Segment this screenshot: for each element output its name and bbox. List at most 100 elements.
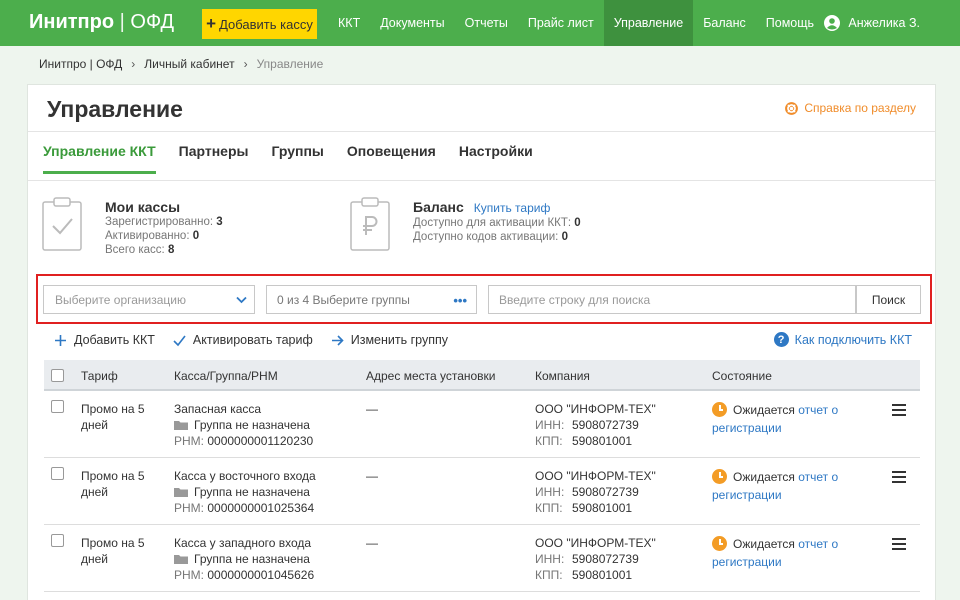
chevron-right-icon: ›: [131, 57, 136, 71]
registration-report-link-cont[interactable]: регистрации: [712, 553, 838, 571]
activate-tariff-label: Активировать тариф: [192, 333, 313, 347]
brand-suffix: ОФД: [130, 11, 175, 33]
brand-logo[interactable]: Инитпро | ОФД: [29, 10, 174, 34]
row-checkbox[interactable]: [51, 400, 64, 413]
total-value: 8: [167, 244, 175, 256]
change-group-label: Изменить группу: [350, 333, 449, 347]
nav-item-management[interactable]: Управление: [603, 0, 694, 46]
nav-item-reports[interactable]: Отчеты: [455, 0, 518, 46]
buy-tariff-link[interactable]: Купить тариф: [474, 201, 551, 215]
kpp-label: КПП:: [535, 434, 563, 448]
tab-notifications[interactable]: Оповещения: [347, 143, 436, 174]
column-header-kassa[interactable]: Касса/Группа/РНМ: [174, 369, 278, 383]
row-checkbox[interactable]: [51, 467, 64, 480]
row-menu-icon[interactable]: [892, 404, 906, 416]
registration-report-link[interactable]: отчет о: [798, 537, 838, 551]
state-text: Ожидается: [733, 470, 795, 484]
activate-tariff-button[interactable]: Активировать тариф: [173, 333, 313, 347]
column-header-address[interactable]: Адрес места установки: [366, 369, 496, 383]
tab-settings[interactable]: Настройки: [459, 143, 533, 174]
inn-label: ИНН:: [535, 485, 565, 499]
section-help-label: Справка по разделу: [804, 101, 916, 115]
balance-title: Баланс: [413, 199, 464, 215]
inn-label: ИНН:: [535, 552, 565, 566]
kpp-value: 590801001: [572, 434, 633, 448]
rnm-label: РНМ:: [174, 434, 204, 448]
main-nav: ККТ Документы Отчеты Прайс лист Управлен…: [328, 0, 824, 46]
kassa-name[interactable]: Касса у восточного входа: [174, 468, 316, 484]
kassa-name[interactable]: Касса у западного входа: [174, 535, 314, 551]
add-kkt-button[interactable]: Добавить ККТ: [54, 333, 155, 347]
plus-icon: [55, 334, 66, 346]
nav-item-kkt[interactable]: ККТ: [328, 0, 370, 46]
clipboard-check-icon: [42, 197, 82, 251]
nav-item-documents[interactable]: Документы: [370, 0, 454, 46]
tab-kkt-management[interactable]: Управление ККТ: [43, 143, 156, 174]
inn-value: 5908072739: [572, 418, 639, 432]
activated-label: Активированно:: [105, 230, 190, 242]
row-menu-icon[interactable]: [892, 538, 906, 550]
available-kkt-label: Доступно для активации ККТ:: [413, 217, 572, 229]
kassa-name[interactable]: Запасная касса: [174, 401, 313, 417]
rnm-value: 0000000001045626: [207, 568, 315, 582]
state-text: Ожидается: [733, 537, 795, 551]
more-dots-icon[interactable]: •••: [453, 293, 467, 308]
kpp-value: 590801001: [572, 501, 633, 515]
user-avatar-icon: [824, 15, 841, 31]
how-to-connect-label: Как подключить ККТ: [794, 332, 912, 347]
arrow-right-icon: [331, 334, 344, 346]
breadcrumb-item-home[interactable]: Инитпро | ОФД: [39, 57, 122, 71]
organization-select[interactable]: Выберите организацию: [43, 285, 255, 314]
breadcrumb: Инитпро | ОФД › Личный кабинет › Управле…: [39, 57, 323, 71]
activated-value: 0: [192, 230, 200, 242]
breadcrumb-item-cabinet[interactable]: Личный кабинет: [144, 57, 234, 71]
select-all-checkbox[interactable]: [51, 369, 64, 382]
nav-item-balance[interactable]: Баланс: [693, 0, 756, 46]
checkmark-icon: [173, 335, 186, 346]
available-codes-value: 0: [561, 231, 568, 243]
chevron-down-icon: [236, 296, 247, 304]
column-header-state[interactable]: Состояние: [712, 369, 772, 383]
address-value: —: [366, 536, 378, 550]
row-checkbox[interactable]: [51, 534, 64, 547]
table-actions: Добавить ККТ Активировать тариф Изменить…: [54, 333, 448, 347]
nav-item-price-list[interactable]: Прайс лист: [518, 0, 604, 46]
search-button[interactable]: Поиск: [856, 285, 921, 314]
column-header-company[interactable]: Компания: [535, 369, 590, 383]
table-row: Промо на 5 дней Касса у восточного входа …: [44, 458, 920, 525]
row-menu-icon[interactable]: [892, 471, 906, 483]
tab-groups[interactable]: Группы: [271, 143, 323, 174]
table-header: Тариф Касса/Группа/РНМ Адрес места устан…: [44, 360, 920, 391]
table-row: Промо на 5 дней Касса у западного входа Г…: [44, 525, 920, 592]
kpp-label: КПП:: [535, 501, 563, 515]
registration-report-link[interactable]: отчет о: [798, 403, 838, 417]
registration-report-link-cont[interactable]: регистрации: [712, 419, 838, 437]
user-menu[interactable]: Анжелика З.: [824, 0, 920, 46]
clock-icon: [712, 469, 727, 484]
registration-report-link-cont[interactable]: регистрации: [712, 486, 838, 504]
address-value: —: [366, 469, 378, 483]
registration-report-link[interactable]: отчет о: [798, 470, 838, 484]
column-header-tariff[interactable]: Тариф: [81, 369, 118, 383]
rnm-value: 0000000001025364: [207, 501, 315, 515]
add-kassa-button[interactable]: + Добавить кассу: [202, 9, 317, 39]
nav-item-help[interactable]: Помощь: [756, 0, 824, 46]
group-select[interactable]: 0 из 4 Выберите группы •••: [266, 285, 477, 314]
company-name: ООО "ИНФОРМ-ТЕХ": [535, 402, 656, 416]
filter-panel: Выберите организацию 0 из 4 Выберите гру…: [36, 274, 932, 324]
available-codes-label: Доступно кодов активации:: [413, 231, 559, 243]
change-group-button[interactable]: Изменить группу: [331, 333, 448, 347]
lifebuoy-icon: [785, 101, 799, 115]
divider: [28, 180, 935, 181]
rnm-label: РНМ:: [174, 501, 204, 515]
section-help-link[interactable]: Справка по разделу: [785, 101, 916, 115]
add-kassa-label: Добавить кассу: [219, 16, 313, 32]
rnm-label: РНМ:: [174, 568, 204, 582]
tab-partners[interactable]: Партнеры: [179, 143, 249, 174]
registered-value: 3: [216, 216, 223, 228]
tariff-name: Промо на 5: [81, 536, 145, 550]
search-input[interactable]: [488, 285, 856, 314]
how-to-connect-link[interactable]: ? Как подключить ККТ: [773, 332, 912, 347]
brand-name: Инитпро: [29, 11, 115, 33]
kpp-value: 590801001: [572, 568, 633, 582]
